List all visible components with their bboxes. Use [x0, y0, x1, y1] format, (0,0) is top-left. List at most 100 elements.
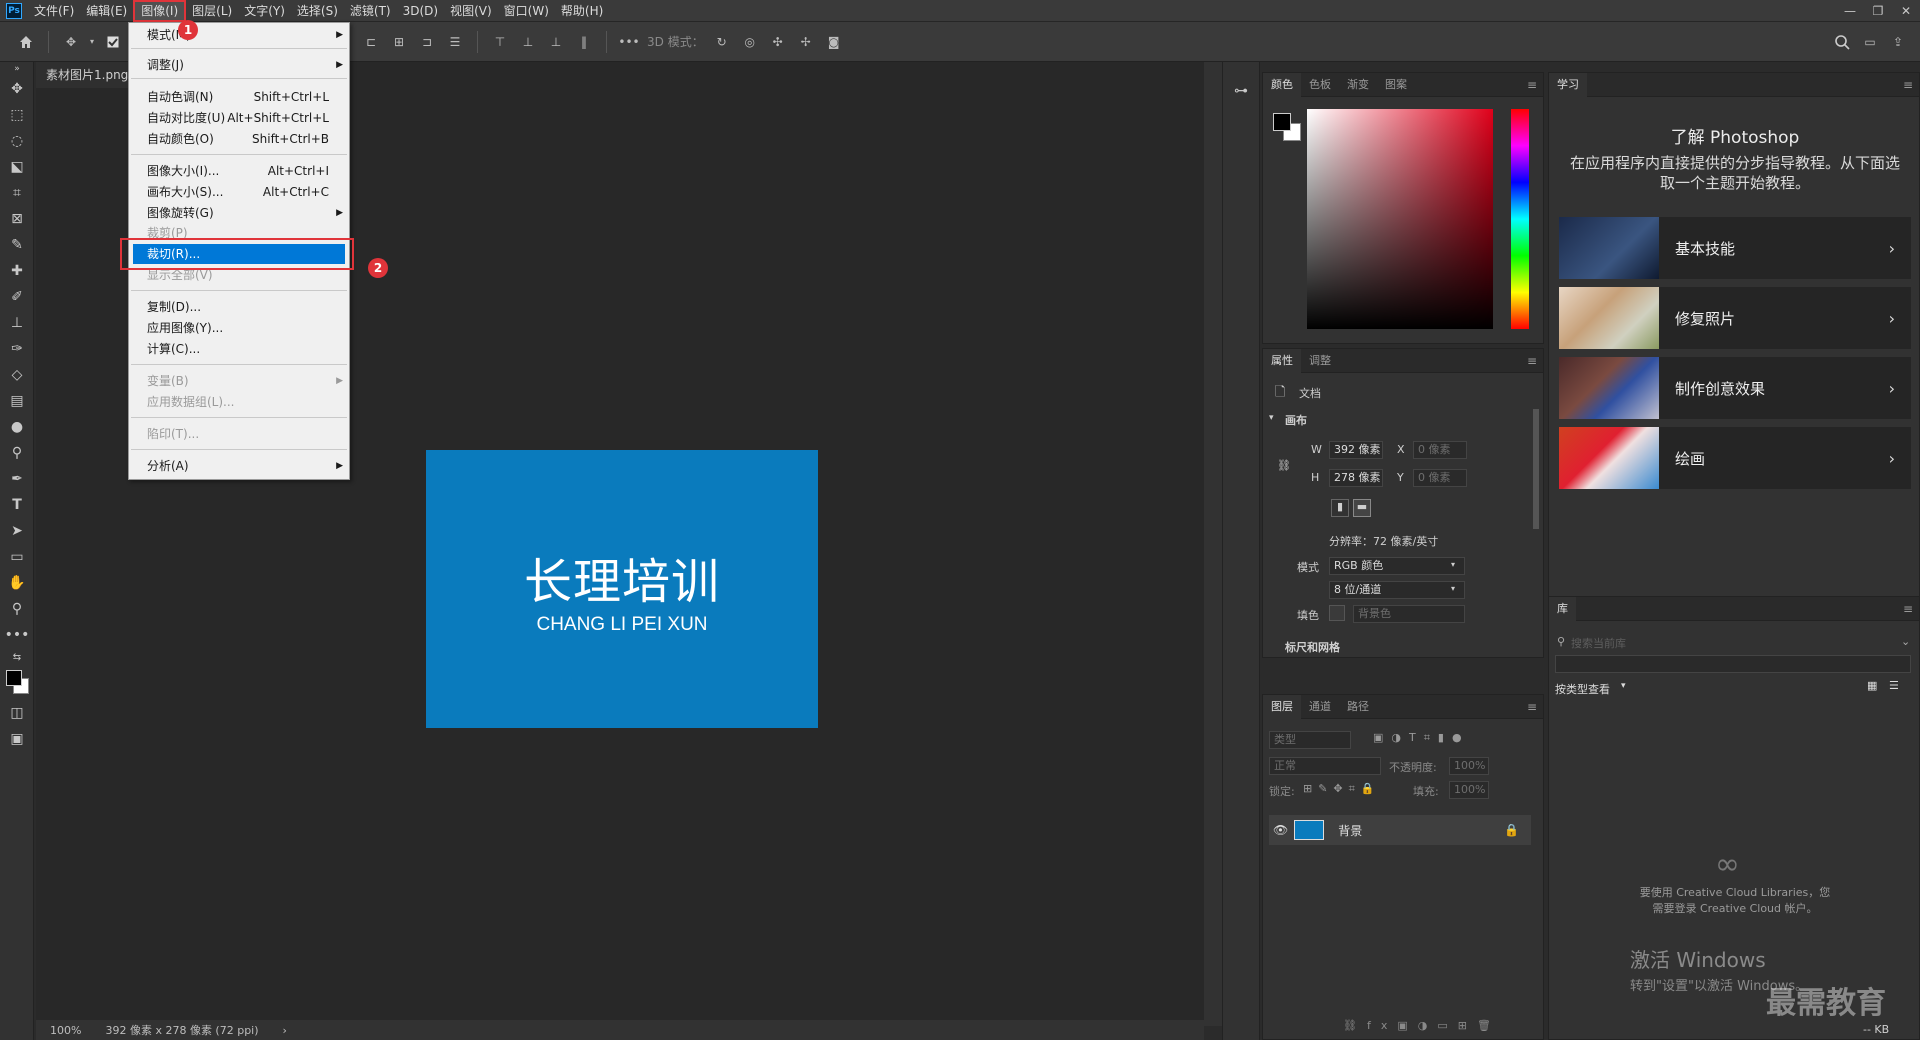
quick-select-tool-icon[interactable]: ⬕	[0, 154, 34, 180]
menu-item-auto-color[interactable]: 自动颜色(O) Shift+Ctrl+B	[129, 129, 349, 149]
tab-channels[interactable]: 通道	[1301, 695, 1339, 719]
distribute-icon[interactable]: ☰	[443, 30, 467, 54]
path-select-tool-icon[interactable]: ➤	[0, 518, 34, 544]
menu-item-duplicate[interactable]: 复制(D)...	[129, 297, 349, 317]
chevron-down-icon[interactable]: ▾	[1621, 681, 1626, 691]
fill-color-swatch[interactable]	[1329, 605, 1345, 621]
y-field[interactable]: 0 像素	[1413, 469, 1467, 487]
3d-slide-icon[interactable]: ✢	[794, 30, 818, 54]
tab-libraries[interactable]: 库	[1549, 596, 1576, 621]
learn-card-creative-effects[interactable]: 制作创意效果 ›	[1559, 357, 1911, 419]
foreground-color-swatch[interactable]	[1273, 113, 1291, 131]
menu-item-mode[interactable]: 模式(M) ▶	[129, 25, 349, 45]
menu-filter[interactable]: 滤镜(T)	[344, 0, 397, 22]
tab-patterns[interactable]: 图案	[1377, 73, 1415, 97]
menu-window[interactable]: 窗口(W)	[498, 0, 555, 22]
eraser-tool-icon[interactable]: ◇	[0, 362, 34, 388]
frame-tool-icon[interactable]: ⊠	[0, 206, 34, 232]
menu-edit[interactable]: 编辑(E)	[80, 0, 133, 22]
height-field[interactable]: 278 像素	[1329, 469, 1383, 487]
mode-select[interactable]: RGB 颜色	[1329, 557, 1465, 575]
chevron-down-icon[interactable]: ▾	[1269, 413, 1274, 423]
list-view-icon[interactable]: ☰	[1889, 679, 1899, 692]
grid-view-icon[interactable]: ▦	[1867, 679, 1877, 692]
align-top-icon[interactable]: ⊤	[488, 30, 512, 54]
3d-orbit-icon[interactable]: ↻	[710, 30, 734, 54]
move-tool-icon[interactable]: ✥	[0, 76, 34, 102]
pen-tool-icon[interactable]: ✒	[0, 466, 34, 492]
tab-swatches[interactable]: 色板	[1301, 73, 1339, 97]
panel-menu-icon[interactable]: ≡	[1903, 602, 1913, 616]
menu-view[interactable]: 视图(V)	[444, 0, 498, 22]
status-menu-arrow-icon[interactable]: ›	[283, 1024, 287, 1037]
search-icon[interactable]	[1830, 30, 1854, 54]
layer-bottom-icons[interactable]: ⛓fx▣◑▭⊞🗑	[1343, 1019, 1501, 1032]
history-panel-icon[interactable]: ⊶	[1223, 78, 1259, 104]
library-select[interactable]	[1555, 655, 1911, 673]
learn-card-basic-skills[interactable]: 基本技能 ›	[1559, 217, 1911, 279]
3d-camera-icon[interactable]: ◙	[822, 30, 846, 54]
bit-depth-select[interactable]: 8 位/通道	[1329, 581, 1465, 599]
tab-learn[interactable]: 学习	[1549, 72, 1587, 97]
hue-slider[interactable]	[1511, 109, 1529, 329]
panel-menu-icon[interactable]: ≡	[1527, 78, 1537, 92]
canvas-section-label[interactable]: 画布	[1285, 412, 1307, 428]
foreground-color-swatch[interactable]	[6, 670, 22, 686]
gradient-tool-icon[interactable]: ▤	[0, 388, 34, 414]
marquee-tool-icon[interactable]: ⬚	[0, 102, 34, 128]
zoom-tool-icon[interactable]: ⚲	[0, 596, 34, 622]
tab-paths[interactable]: 路径	[1339, 695, 1377, 719]
menu-select[interactable]: 选择(S)	[291, 0, 344, 22]
crop-tool-icon[interactable]: ⌗	[0, 180, 34, 206]
menu-item-auto-tone[interactable]: 自动色调(N) Shift+Ctrl+L	[129, 87, 349, 107]
link-icon[interactable]: ⛓	[1277, 459, 1291, 472]
type-tool-icon[interactable]: T	[0, 492, 34, 518]
tab-layers[interactable]: 图层	[1263, 694, 1301, 719]
auto-select-checkbox-icon[interactable]	[101, 30, 125, 54]
rulers-grids-section-label[interactable]: 标尺和网格	[1285, 639, 1340, 653]
color-picker-field[interactable]	[1307, 109, 1493, 329]
align-left-icon[interactable]: ⊏	[359, 30, 383, 54]
zoom-level[interactable]: 100%	[50, 1024, 81, 1037]
menu-item-canvas-size[interactable]: 画布大小(S)... Alt+Ctrl+C	[129, 182, 349, 202]
portrait-orientation-icon[interactable]: ▮	[1331, 499, 1349, 517]
menu-item-analysis[interactable]: 分析(A) ▶	[129, 456, 349, 476]
document-tab[interactable]: 素材图片1.png	[36, 62, 140, 88]
panel-collapse-icon[interactable]: »	[0, 62, 34, 76]
move-tool-icon[interactable]: ✥	[59, 30, 83, 54]
fill-select[interactable]: 背景色	[1353, 605, 1465, 623]
home-icon[interactable]	[14, 30, 38, 54]
hand-tool-icon[interactable]: ✋	[0, 570, 34, 596]
align-right-icon[interactable]: ⊐	[415, 30, 439, 54]
close-icon[interactable]: ✕	[1892, 0, 1920, 22]
3d-roll-icon[interactable]: ◎	[738, 30, 762, 54]
dodge-tool-icon[interactable]: ⚲	[0, 440, 34, 466]
layer-name[interactable]: 背景	[1338, 822, 1504, 839]
chevron-down-icon[interactable]: ▾	[87, 30, 97, 54]
eyedropper-tool-icon[interactable]: ✎	[0, 232, 34, 258]
align-center-icon[interactable]: ⊞	[387, 30, 411, 54]
learn-card-painting[interactable]: 绘画 ›	[1559, 427, 1911, 489]
lock-icons[interactable]: ⊞✎✥⌗🔒	[1303, 782, 1381, 796]
tab-adjustments[interactable]: 调整	[1301, 349, 1339, 373]
swap-colors-icon[interactable]: ⇆	[0, 648, 34, 666]
menu-type[interactable]: 文字(Y)	[238, 0, 291, 22]
minimize-icon[interactable]: —	[1836, 0, 1864, 22]
panel-menu-icon[interactable]: ≡	[1527, 354, 1537, 368]
screen-mode-icon[interactable]: ▣	[0, 726, 34, 752]
lasso-tool-icon[interactable]: ◌	[0, 128, 34, 154]
color-swatches[interactable]	[0, 666, 34, 700]
layer-fill-field[interactable]: 100%	[1449, 781, 1489, 799]
blur-tool-icon[interactable]: ●	[0, 414, 34, 440]
menu-item-trap[interactable]: 陷印(T)...	[129, 424, 349, 444]
healing-brush-tool-icon[interactable]: ✚	[0, 258, 34, 284]
shape-tool-icon[interactable]: ▭	[0, 544, 34, 570]
distribute-vertical-icon[interactable]: ‖	[572, 30, 596, 54]
menu-item-calculations[interactable]: 计算(C)...	[129, 339, 349, 359]
workspace-icon[interactable]: ▭	[1858, 30, 1882, 54]
history-brush-tool-icon[interactable]: ✑	[0, 336, 34, 362]
layer-filter-icons[interactable]: ▣◑T⌗▮●	[1373, 731, 1470, 745]
menu-image[interactable]: 图像(I)	[133, 0, 187, 22]
menu-item-image-rotation[interactable]: 图像旋转(G) ▶	[129, 203, 349, 223]
library-search-input[interactable]: 搜索当前库	[1571, 635, 1626, 651]
